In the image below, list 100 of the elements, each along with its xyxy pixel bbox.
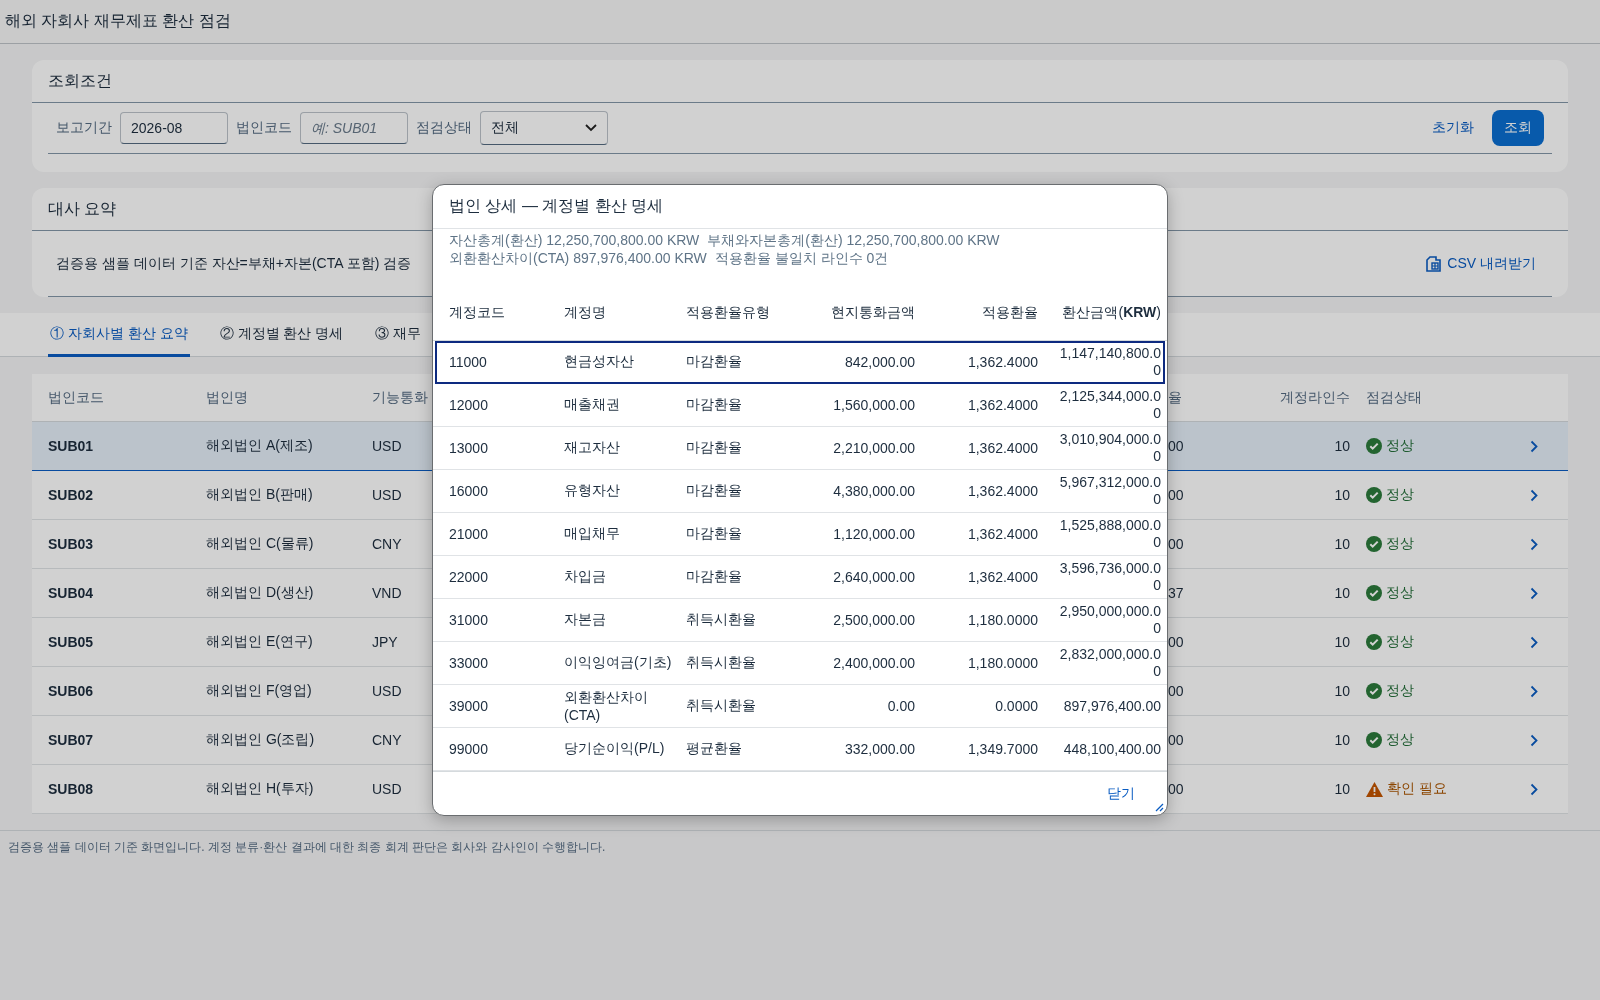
table-cell: SUB01 bbox=[48, 438, 94, 454]
table-cell-text: 1,362.4000 bbox=[966, 526, 1038, 542]
table-cell: 00 bbox=[1168, 487, 1184, 503]
table-cell: USD bbox=[372, 438, 402, 454]
table-cell-text: 1,525,888,000.00 bbox=[1058, 517, 1161, 551]
table-cell: USD bbox=[372, 683, 402, 699]
status-text: 정상 bbox=[1386, 437, 1414, 455]
table-cell: 10 bbox=[1334, 438, 1350, 454]
table-cell-text: 평균환율 bbox=[686, 740, 743, 758]
table-cell-text: 4,380,000.00 bbox=[832, 483, 915, 499]
table-cell: 00 bbox=[1168, 732, 1184, 748]
table-cell-text: 16000 bbox=[449, 483, 489, 499]
field-label: 보고기간 bbox=[56, 119, 112, 137]
table-cell-text: 마감환율 bbox=[686, 482, 743, 500]
table-cell-text: 마감환율 bbox=[686, 396, 743, 414]
table-cell-text: 1,362.4000 bbox=[966, 397, 1038, 413]
table-cell-text: 매입채무 bbox=[564, 525, 621, 543]
table-cell-text: 1,120,000.00 bbox=[832, 526, 915, 542]
table-cell-text: 취득시환율 bbox=[686, 654, 757, 672]
table-cell-text: 22000 bbox=[449, 569, 489, 585]
table-cell-text: 매출채권 bbox=[564, 396, 621, 414]
column-header: 법인명 bbox=[206, 388, 248, 407]
table-cell-text: 2,832,000,000.00 bbox=[1058, 646, 1161, 680]
table-cell: 10 bbox=[1334, 536, 1350, 552]
table-cell: SUB05 bbox=[48, 634, 94, 650]
table-cell-text: 이익잉여금(기초) bbox=[564, 654, 673, 672]
table-cell-text: 12000 bbox=[449, 397, 489, 413]
status-text: 정상 bbox=[1386, 584, 1414, 602]
column-header: 계정명 bbox=[564, 303, 607, 322]
table-cell-text: 마감환율 bbox=[686, 439, 743, 457]
table-cell: 10 bbox=[1334, 585, 1350, 601]
table-cell: SUB02 bbox=[48, 487, 94, 503]
table-cell-text: 0.0000 bbox=[994, 698, 1038, 714]
page-title: 해외 자회사 재무제표 환산 점검 bbox=[5, 11, 231, 31]
column-header: 율 bbox=[1168, 388, 1182, 407]
table-cell-text: 3,010,904,000.00 bbox=[1058, 431, 1161, 465]
table-cell-text: 2,640,000.00 bbox=[832, 569, 915, 585]
table-cell: SUB07 bbox=[48, 732, 94, 748]
table-cell: CNY bbox=[372, 536, 402, 552]
table-cell: 10 bbox=[1334, 683, 1350, 699]
column-header: 법인코드 bbox=[48, 388, 104, 407]
table-cell: 10 bbox=[1334, 732, 1350, 748]
table-cell: 해외법인 C(물류) bbox=[206, 535, 314, 553]
table-cell: 해외법인 B(판매) bbox=[206, 486, 313, 504]
table-cell: CNY bbox=[372, 732, 402, 748]
panel-title: 조회조건 bbox=[32, 60, 1568, 103]
table-cell: 10 bbox=[1334, 781, 1350, 797]
table-cell: JPY bbox=[372, 634, 398, 650]
table-cell-text: 1,560,000.00 bbox=[832, 397, 915, 413]
table-cell-text: 2,400,000.00 bbox=[832, 655, 915, 671]
table-cell-text: 유형자산 bbox=[564, 482, 621, 500]
table-cell-text: 1,147,140,800.00 bbox=[1058, 345, 1161, 379]
table-cell-text: 39000 bbox=[449, 698, 489, 714]
table-cell: 10 bbox=[1334, 634, 1350, 650]
table-cell: 37 bbox=[1168, 585, 1184, 601]
table-cell-text: 897,976,400.00 bbox=[1062, 697, 1161, 715]
status-text: 정상 bbox=[1386, 731, 1414, 749]
table-cell-text: 취득시환율 bbox=[686, 697, 757, 715]
table-cell-text: 332,000.00 bbox=[843, 741, 915, 757]
table-cell-text: 2,125,344,000.00 bbox=[1058, 388, 1161, 422]
summary-figure: 외환환산차이(CTA) 897,976,400.00 KRW bbox=[449, 249, 707, 267]
summary-figure: 적용환율 불일치 라인수 0건 bbox=[714, 249, 889, 267]
status-text: 정상 bbox=[1386, 633, 1414, 651]
table-cell-text: 33000 bbox=[449, 655, 489, 671]
table-cell: SUB08 bbox=[48, 781, 94, 797]
table-cell-text: 1,180.0000 bbox=[966, 655, 1038, 671]
column-header: 점검상태 bbox=[1365, 388, 1422, 407]
table-cell: 00 bbox=[1168, 683, 1184, 699]
column-header: 계정코드 bbox=[449, 303, 506, 322]
field-label: 점검상태 bbox=[416, 119, 472, 137]
summary-figure: 자산총계(환산) 12,250,700,800.00 KRW bbox=[449, 231, 700, 249]
table-cell: 00 bbox=[1168, 438, 1184, 454]
table-cell-text: 5,967,312,000.00 bbox=[1058, 474, 1161, 508]
table-cell-text: 13000 bbox=[449, 440, 489, 456]
column-header: 현지통화금액 bbox=[830, 303, 915, 322]
table-cell: SUB03 bbox=[48, 536, 94, 552]
table-cell: 해외법인 H(투자) bbox=[206, 780, 314, 798]
table-cell-text: 1,362.4000 bbox=[966, 354, 1038, 370]
table-cell: 해외법인 A(제조) bbox=[206, 437, 313, 455]
table-cell-text: 99000 bbox=[449, 741, 489, 757]
table-cell-text: 3,596,736,000.00 bbox=[1058, 560, 1161, 594]
table-cell: 해외법인 F(영업) bbox=[206, 682, 312, 700]
table-cell-text: 0.00 bbox=[886, 698, 915, 714]
table-cell-text: 취득시환율 bbox=[686, 611, 757, 629]
table-cell-text: 재고자산 bbox=[564, 439, 621, 457]
table-cell-text: 11000 bbox=[449, 354, 488, 370]
table-cell-text: 842,000.00 bbox=[843, 354, 915, 370]
table-cell: 10 bbox=[1334, 487, 1350, 503]
column-header: 기능통화 bbox=[372, 388, 428, 407]
table-cell: 00 bbox=[1168, 781, 1184, 797]
table-cell-text: 21000 bbox=[449, 526, 489, 542]
table-cell: USD bbox=[372, 781, 402, 797]
table-cell: VND bbox=[372, 585, 402, 601]
column-header: 적용환율유형 bbox=[686, 303, 771, 322]
column-header: 환산금액(KRW) bbox=[1061, 304, 1161, 321]
table-cell-text: 448,100,400.00 bbox=[1062, 740, 1161, 758]
status-text: 정상 bbox=[1386, 486, 1414, 504]
table-cell-text: 현금성자산 bbox=[564, 353, 635, 371]
summary-text: 검증용 샘플 데이터 기준 자산=부채+자본(CTA 포함) 검증 bbox=[56, 254, 412, 273]
column-header: 적용환율 bbox=[981, 303, 1038, 322]
